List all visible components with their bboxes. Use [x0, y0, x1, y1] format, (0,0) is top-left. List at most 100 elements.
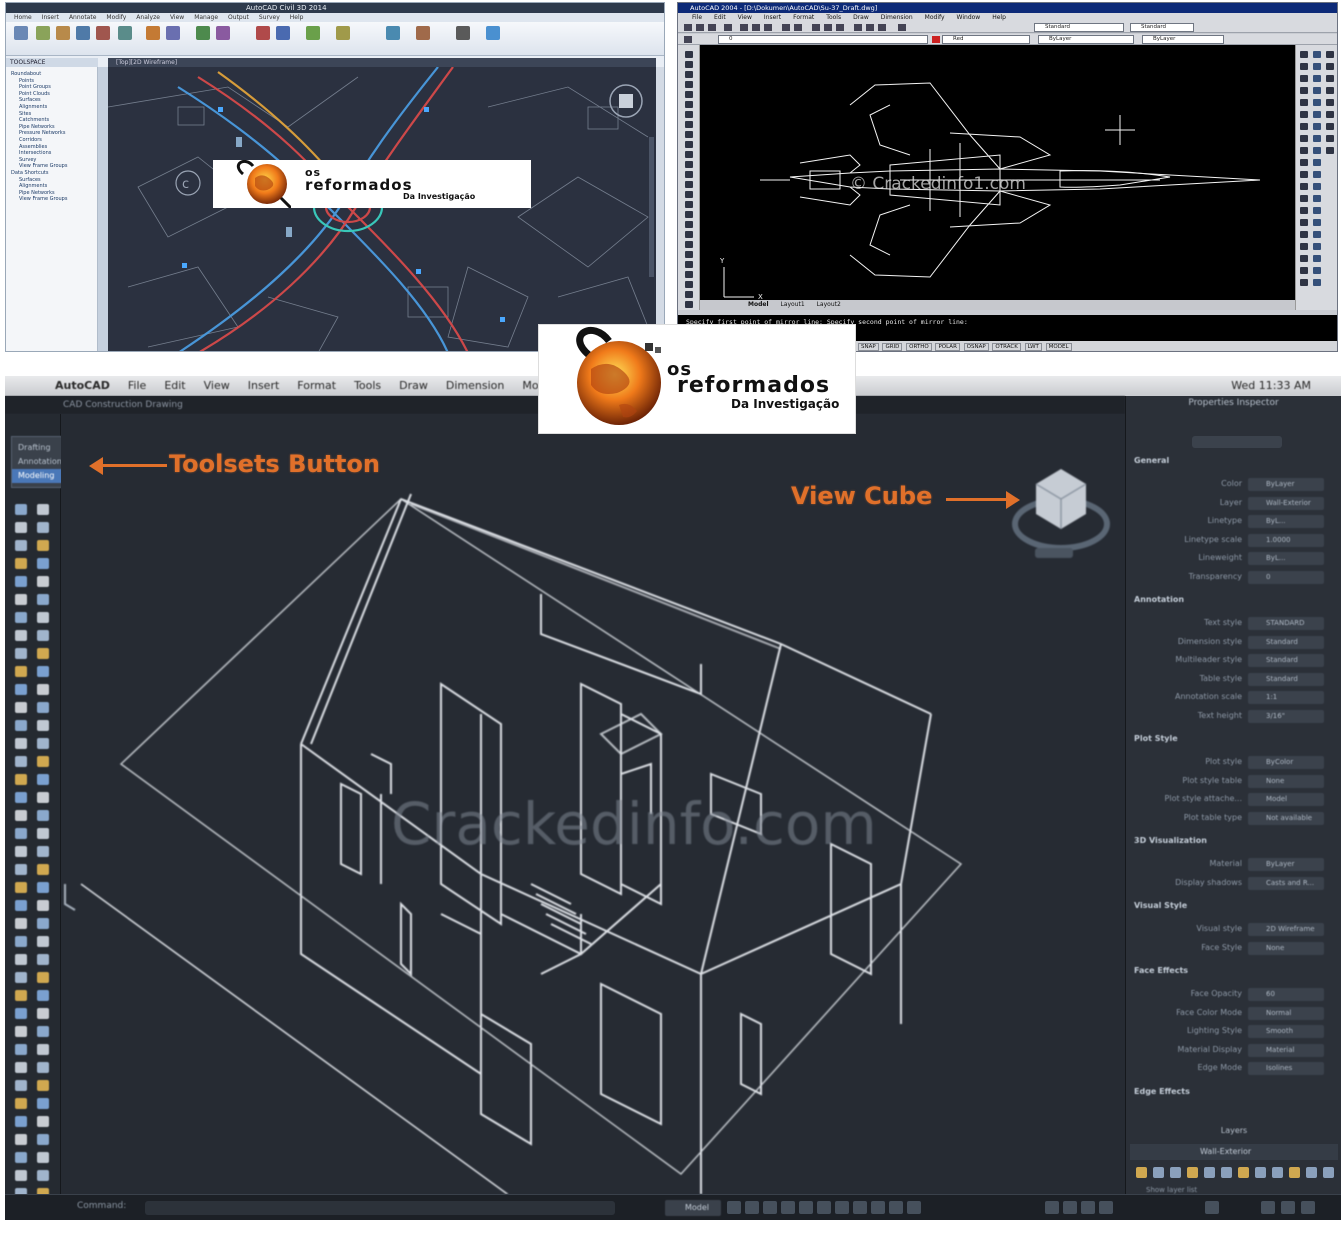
layer-action-icon[interactable] [1238, 1167, 1249, 1178]
layer-action-icon[interactable] [1221, 1167, 1232, 1178]
toolset-tool-icon[interactable] [15, 792, 27, 803]
draw-tool-icon[interactable] [685, 71, 693, 78]
status-toggle-button[interactable] [889, 1201, 903, 1214]
property-value-dropdown[interactable]: Standard [1248, 635, 1324, 649]
redo-icon[interactable] [794, 24, 802, 31]
toolset-tool-icon[interactable] [15, 684, 27, 695]
status-toggle-button[interactable] [853, 1201, 867, 1214]
civil3d-drawing-area[interactable]: c [108, 67, 656, 351]
draw-tool-icon[interactable] [685, 51, 693, 58]
draw-tool-icon[interactable] [685, 241, 693, 248]
modify-tool-icon[interactable] [1300, 195, 1308, 202]
layer-action-icon[interactable] [1170, 1167, 1181, 1178]
layer-action-icon[interactable] [1255, 1167, 1266, 1178]
toolset-tool-icon[interactable] [15, 900, 27, 911]
layer-dropdown[interactable]: 0 [718, 35, 928, 44]
civil3d-viewport-label[interactable]: [Top][2D Wireframe] [108, 58, 656, 67]
status-toggle-button[interactable] [1205, 1201, 1219, 1214]
modify-tool-icon[interactable] [1326, 99, 1334, 106]
text-style-dropdown[interactable]: Standard [1034, 23, 1124, 32]
toolset-tool-icon[interactable] [37, 738, 49, 749]
menu-autocad[interactable]: AutoCAD [55, 376, 110, 396]
toolset-tool-icon[interactable] [15, 1098, 27, 1109]
zoom-window-icon[interactable] [836, 24, 844, 31]
dim-style-dropdown[interactable]: Standard [1130, 23, 1194, 32]
autocad2004-drawing-area[interactable]: © Crackedinfo1.com Y X [700, 45, 1295, 300]
status-toggle-button[interactable] [799, 1201, 813, 1214]
profile-icon[interactable] [96, 26, 110, 40]
layer-action-icon[interactable] [1323, 1167, 1334, 1178]
toolspace-icon[interactable] [14, 26, 28, 40]
ribbon-tab-view[interactable]: View [170, 13, 184, 22]
layer-action-icon[interactable] [1204, 1167, 1215, 1178]
inspector-section-header[interactable]: Face Effects [1134, 966, 1188, 975]
toolset-tool-icon[interactable] [37, 1008, 49, 1019]
property-value-dropdown[interactable]: Isolines [1248, 1062, 1324, 1075]
toolset-tool-icon[interactable] [15, 666, 27, 677]
intersection-icon[interactable] [146, 26, 160, 40]
toolset-tool-icon[interactable] [15, 540, 27, 551]
modify-tool-icon[interactable] [1313, 207, 1321, 214]
modify-tool-icon[interactable] [1313, 135, 1321, 142]
menu-draw[interactable]: Draw [853, 13, 869, 22]
status-model[interactable]: MODEL [1045, 343, 1072, 351]
status-lwt[interactable]: LWT [1024, 343, 1042, 351]
prospector-item[interactable]: Surfaces [9, 97, 94, 104]
modify-tool-icon[interactable] [1326, 135, 1334, 142]
toolset-tool-icon[interactable] [15, 1062, 27, 1073]
pipe-network-icon[interactable] [216, 26, 230, 40]
undo-icon[interactable] [782, 24, 790, 31]
toolset-tool-icon[interactable] [15, 630, 27, 641]
toolset-tool-icon[interactable] [15, 1134, 27, 1145]
modify-tool-icon[interactable] [1300, 63, 1308, 70]
toolset-tool-icon[interactable] [37, 756, 49, 767]
status-toggle-button[interactable] [1281, 1201, 1295, 1214]
modify-tool-icon[interactable] [1300, 87, 1308, 94]
toolset-tool-icon[interactable] [15, 990, 27, 1001]
layer-action-icon[interactable] [1306, 1167, 1317, 1178]
toolset-tool-icon[interactable] [37, 864, 49, 875]
menu-format[interactable]: Format [793, 13, 814, 22]
modify-tool-icon[interactable] [1326, 87, 1334, 94]
toolset-tool-icon[interactable] [37, 540, 49, 551]
draw-tool-icon[interactable] [685, 281, 693, 288]
prospector-item[interactable]: Points [9, 78, 94, 85]
parcel-icon[interactable] [166, 26, 180, 40]
property-value-dropdown[interactable]: Casts and R... [1248, 876, 1324, 890]
toolset-tool-icon[interactable] [15, 1152, 27, 1163]
toolset-tool-icon[interactable] [15, 810, 27, 821]
prospector-item[interactable]: Roundabout [9, 71, 94, 78]
draw-tool-icon[interactable] [685, 111, 693, 118]
modify-tool-icon[interactable] [1300, 231, 1308, 238]
menu-modify[interactable]: Modify [925, 13, 945, 22]
toolset-tool-icon[interactable] [37, 1134, 49, 1145]
toolset-tool-icon[interactable] [37, 504, 49, 515]
draw-tool-icon[interactable] [685, 251, 693, 258]
property-value-dropdown[interactable]: 3/16" [1248, 709, 1324, 723]
toolset-tool-icon[interactable] [37, 918, 49, 929]
property-value-dropdown[interactable]: Normal [1248, 1006, 1324, 1020]
toolset-tool-icon[interactable] [15, 1170, 27, 1181]
toolset-tool-icon[interactable] [15, 882, 27, 893]
status-toggle-button[interactable] [781, 1201, 795, 1214]
status-toggle-button[interactable] [871, 1201, 885, 1214]
status-toggle-button[interactable] [1099, 1201, 1113, 1214]
toolset-tool-icon[interactable] [15, 1116, 27, 1127]
property-value-dropdown[interactable]: 1:1 [1248, 691, 1324, 704]
modify-tool-icon[interactable] [1313, 243, 1321, 250]
modify-tool-icon[interactable] [1313, 231, 1321, 238]
modify-tool-icon[interactable] [1313, 63, 1321, 70]
draw-tool-icon[interactable] [685, 271, 693, 278]
layer-action-icon[interactable] [1272, 1167, 1283, 1178]
toolset-tool-icon[interactable] [15, 972, 27, 983]
civil3d-scrollbar[interactable] [656, 67, 664, 351]
toolset-tool-icon[interactable] [37, 954, 49, 965]
layer-action-icon[interactable] [1187, 1167, 1198, 1178]
draw-tool-icon[interactable] [685, 141, 693, 148]
modify-tool-icon[interactable] [1300, 123, 1308, 130]
prospector-item[interactable]: Corridors [9, 137, 94, 144]
ribbon-tab-modify[interactable]: Modify [106, 13, 126, 22]
surfaces-icon[interactable] [56, 26, 70, 40]
toolset-tool-icon[interactable] [37, 828, 49, 839]
inspector-section-header[interactable]: Plot Style [1134, 734, 1178, 743]
